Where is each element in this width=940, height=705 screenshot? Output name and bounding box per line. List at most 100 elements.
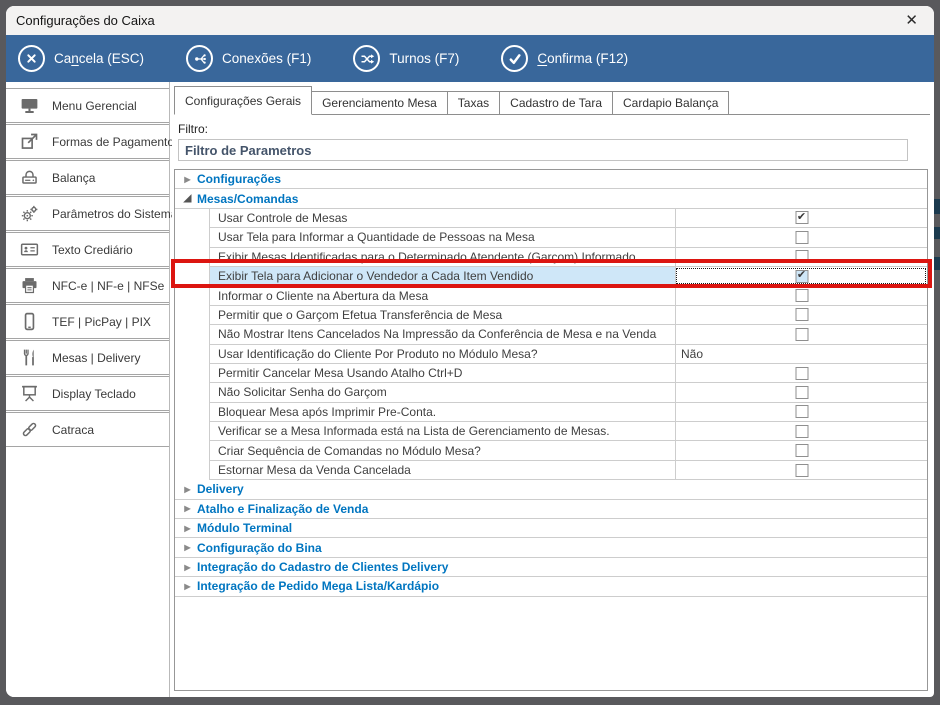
expand-arrow-icon[interactable] [180, 582, 195, 591]
parameter-row[interactable]: Não Solicitar Senha do Garçom [209, 383, 927, 403]
expand-arrow-icon[interactable] [180, 485, 195, 494]
parameter-label: Permitir que o Garçom Efetua Transferênc… [218, 307, 503, 322]
close-icon[interactable]: ✕ [899, 11, 924, 30]
parameter-row[interactable]: Módulo Terminal [175, 519, 927, 539]
expand-arrow-icon[interactable] [180, 563, 195, 572]
parameter-row[interactable]: Exibir Tela para Adicionar o Vendedor a … [209, 266, 927, 287]
checkbox[interactable] [795, 230, 808, 244]
checkbox[interactable] [795, 385, 808, 399]
parameter-row[interactable]: Criar Sequência de Comandas no Módulo Me… [209, 441, 927, 461]
sidebar-item-label: Formas de Pagamento [52, 134, 175, 149]
tab[interactable]: Taxas [446, 91, 501, 114]
checkbox[interactable] [795, 463, 808, 477]
sidebar-item-nfce-nfe-nfse[interactable]: NFC-e | NF-e | NFSe [6, 268, 169, 303]
shifts-button-label: Turnos (F7) [389, 51, 460, 66]
connections-button-label: Conexões (F1) [222, 51, 312, 66]
checkbox[interactable] [795, 269, 808, 283]
parameter-row[interactable]: Integração de Pedido Mega Lista/Kardápio [175, 577, 927, 597]
sidebar-item-label: Display Teclado [52, 386, 136, 401]
parameters-panel: Configurações Mesas/Comandas [174, 169, 928, 691]
tab[interactable]: Cadastro de Tara [499, 91, 613, 114]
parameter-value-cell: Não [675, 344, 927, 363]
tab-label: Cadastro de Tara [510, 96, 602, 110]
monitor-icon [6, 95, 52, 116]
parameter-row[interactable]: Usar Controle de Mesas [209, 208, 927, 229]
parameter-label: Bloquear Mesa após Imprimir Pre-Conta. [218, 404, 437, 419]
sidebar-item-label: Menu Gerencial [52, 98, 137, 113]
tab[interactable]: Gerenciamento Mesa [311, 91, 448, 114]
parameter-value-cell [675, 286, 927, 305]
checkbox[interactable] [795, 308, 808, 322]
parameter-row[interactable]: Verificar se a Mesa Informada está na Li… [209, 422, 927, 442]
checkbox[interactable] [795, 250, 808, 264]
expand-arrow-icon[interactable] [180, 175, 195, 184]
sidebar-item-display-teclado[interactable]: Display Teclado [6, 376, 169, 411]
parameter-row[interactable]: Permitir que o Garçom Efetua Transferênc… [209, 305, 927, 326]
parameter-row[interactable]: Bloquear Mesa após Imprimir Pre-Conta. [209, 402, 927, 423]
parameter-row[interactable]: Não Mostrar Itens Cancelados Na Impressã… [209, 325, 927, 345]
parameter-value-cell [675, 305, 927, 325]
parameter-row[interactable]: Usar Tela para Informar a Quantidade de … [209, 228, 927, 248]
tab-label: Taxas [457, 96, 490, 110]
expand-arrow-icon[interactable] [180, 504, 195, 513]
parameter-row[interactable]: Atalho e Finalização de Venda [175, 499, 927, 520]
expand-arrow-icon[interactable] [180, 193, 195, 204]
checkbox[interactable] [795, 211, 808, 225]
checkbox[interactable] [795, 327, 808, 341]
checkbox[interactable] [795, 366, 808, 380]
parameter-row[interactable]: Exibir Mesas Identificadas para o Determ… [209, 247, 927, 267]
checkbox[interactable] [795, 405, 808, 419]
parameter-row[interactable]: Permitir Cancelar Mesa Usando Atalho Ctr… [209, 363, 927, 384]
sidebar-item-tef-picpay-pix[interactable]: TEF | PicPay | PIX [6, 304, 169, 339]
tab[interactable]: Configurações Gerais [174, 86, 313, 115]
shifts-button[interactable]: Turnos (F7) [353, 45, 459, 72]
cutlery-icon [6, 347, 52, 368]
parameter-value-cell [675, 208, 927, 228]
parameter-row[interactable]: Configurações [175, 170, 927, 190]
sidebar-item-label: Mesas | Delivery [52, 350, 141, 365]
sidebar-item-label: Texto Crediário [52, 242, 133, 257]
parameter-label: Exibir Mesas Identificadas para o Determ… [218, 249, 639, 264]
display-screen-icon [6, 383, 52, 404]
sidebar-item-parametros-do-sistema[interactable]: Parâmetros do Sistema [6, 196, 177, 231]
receipt-printer-icon [6, 275, 52, 296]
parameter-row[interactable]: Estornar Mesa da Venda Cancelada [209, 460, 927, 481]
sidebar-item-label: Parâmetros do Sistema [52, 206, 178, 221]
expand-arrow-icon[interactable] [180, 543, 195, 552]
cancel-circle-icon [18, 45, 45, 72]
parameter-row[interactable]: Configuração do Bina [175, 538, 927, 558]
parameter-row[interactable]: Integração do Cadastro de Clientes Deliv… [175, 557, 927, 578]
parameter-label: Usar Identificação do Cliente Por Produt… [218, 346, 538, 361]
parameter-label: Verificar se a Mesa Informada está na Li… [218, 424, 610, 439]
filter-input[interactable] [178, 139, 908, 161]
sidebar-item-label: TEF | PicPay | PIX [52, 314, 151, 329]
parameter-label: Usar Controle de Mesas [218, 210, 348, 225]
parameter-row[interactable]: Usar Identificação do Cliente Por Produt… [209, 344, 927, 364]
connections-circle-icon [186, 45, 214, 72]
parameter-label: Criar Sequência de Comandas no Módulo Me… [218, 443, 481, 458]
window-title: Configurações do Caixa [16, 13, 155, 28]
config-caixa-dialog: Configurações do Caixa ✕ Cancela (ESC) C… [6, 6, 934, 697]
checkbox[interactable] [795, 289, 808, 303]
tab[interactable]: Cardapio Balança [612, 91, 730, 114]
sidebar-item-mesas-delivery[interactable]: Mesas | Delivery [6, 340, 169, 375]
sidebar-item-menu-gerencial[interactable]: Menu Gerencial [6, 88, 169, 123]
sidebar-item-texto-crediario[interactable]: Texto Crediário [6, 232, 169, 267]
expand-arrow-icon[interactable] [180, 524, 195, 533]
sidebar-item-catraca[interactable]: Catraca [6, 412, 169, 447]
cancel-button[interactable]: Cancela (ESC) [18, 45, 144, 72]
checkbox[interactable] [795, 444, 808, 458]
parameter-label: Módulo Terminal [197, 521, 293, 536]
parameter-row[interactable]: Delivery [175, 480, 927, 500]
toolbar: Cancela (ESC) Conexões (F1) Turnos (F7) … [6, 35, 934, 82]
parameter-row[interactable]: Informar o Cliente na Abertura da Mesa [209, 286, 927, 306]
sidebar-item-balanca[interactable]: Balança [6, 160, 169, 195]
confirm-button[interactable]: Confirma (F12) [501, 45, 628, 72]
parameter-label: Mesas/Comandas [197, 191, 299, 206]
parameter-label: Configuração do Bina [197, 540, 322, 555]
connections-button[interactable]: Conexões (F1) [186, 45, 311, 72]
parameter-row[interactable]: Mesas/Comandas [175, 189, 927, 209]
sidebar-item-formas-de-pagamento[interactable]: Formas de Pagamento [6, 124, 174, 159]
background-window-fragment [934, 227, 940, 239]
checkbox[interactable] [795, 424, 808, 438]
